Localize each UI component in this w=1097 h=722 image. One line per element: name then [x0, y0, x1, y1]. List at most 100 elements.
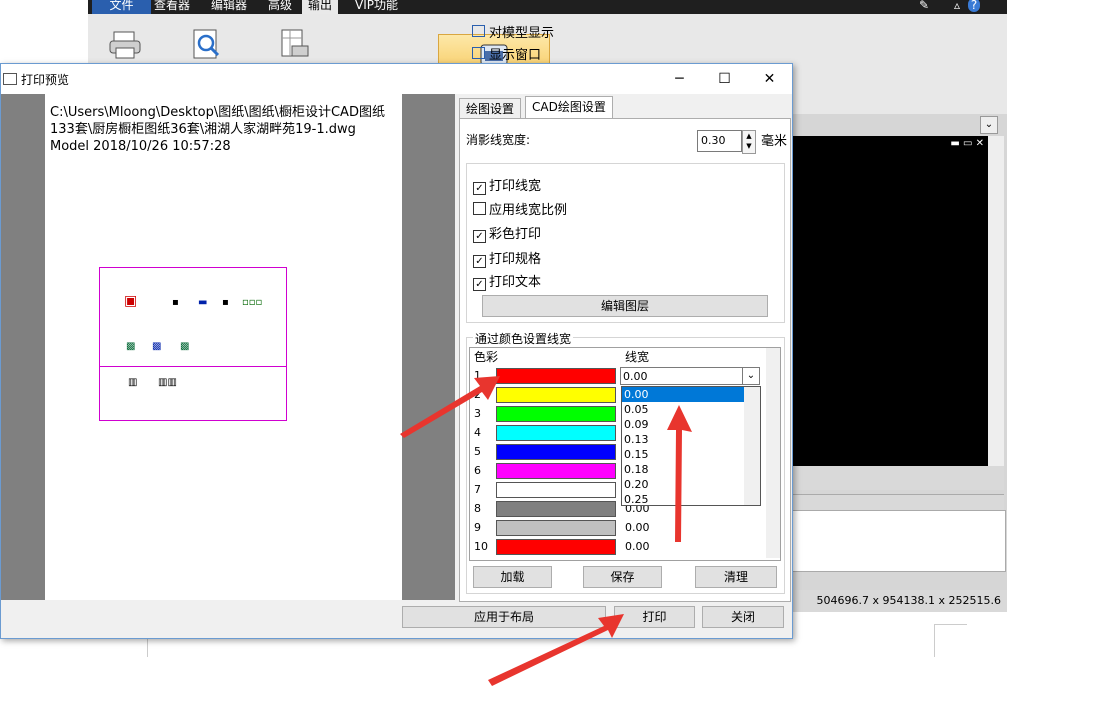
row-index: 8	[474, 502, 481, 515]
checkbox-box: ✓	[473, 278, 486, 291]
edit-layers-button[interactable]: 编辑图层	[482, 295, 768, 317]
command-header	[792, 494, 1004, 511]
preview-header: C:\Users\Mloong\Desktop\图纸\图纸\橱柜设计CAD图纸1…	[50, 104, 400, 155]
print-preview-icon[interactable]	[190, 28, 224, 62]
row-lineweight: 0.00	[625, 540, 650, 553]
checkbox-box: ✓	[473, 182, 486, 195]
apply-to-layout-button[interactable]: 应用于布局	[402, 606, 606, 628]
lineweight-combo[interactable]: 0.00 ⌄	[620, 367, 760, 385]
up-icon[interactable]: ▵	[948, 0, 966, 14]
hide-line-width-spinner[interactable]: 0.30	[697, 130, 742, 152]
dialog-titlebar[interactable]: 打印预览 ─ ☐ ✕	[1, 64, 792, 94]
spinner-arrows-icon[interactable]: ▲ ▼	[742, 130, 756, 154]
row-index: 7	[474, 483, 481, 496]
drawing-element: ▩	[152, 341, 162, 352]
row-index: 9	[474, 521, 481, 534]
save-button[interactable]: 保存	[583, 566, 662, 588]
table-row[interactable]: 10 0.00	[470, 537, 766, 556]
drawing-element: ▪	[222, 297, 229, 308]
dropdown-option[interactable]: 0.05	[622, 402, 746, 417]
ribbon-tab-editor[interactable]: 编辑器	[205, 0, 253, 14]
tab-cad-settings[interactable]: CAD绘图设置	[525, 96, 613, 119]
settings-tabs: 绘图设置 CAD绘图设置	[459, 96, 789, 119]
show-window-option[interactable]: 显示窗口	[472, 44, 541, 63]
table-scrollbar[interactable]	[766, 348, 780, 558]
checkbox-print-specification[interactable]: ✓ 打印规格	[473, 248, 541, 268]
viewport-vscroll[interactable]	[988, 136, 1004, 466]
minimize-icon[interactable]: ─	[657, 64, 702, 94]
preview-margin-left	[1, 94, 45, 600]
ribbon-tab-output[interactable]: 输出	[302, 0, 339, 14]
model-display-option[interactable]: 对模型显示	[472, 22, 554, 41]
drawing-element: ▬	[198, 297, 208, 308]
row-index: 4	[474, 426, 481, 439]
column-header-lineweight: 线宽	[625, 350, 650, 364]
ribbon-tab-vip[interactable]: VIP功能	[349, 0, 404, 14]
color-swatch[interactable]	[496, 444, 616, 460]
close-button[interactable]: 关闭	[702, 606, 784, 628]
viewport-window-controls[interactable]: ▬ ▭ ✕	[950, 138, 984, 149]
chevron-down-icon[interactable]: ⌄	[742, 368, 759, 384]
maximize-icon[interactable]: ☐	[702, 64, 747, 94]
row-index: 6	[474, 464, 481, 477]
coordinates-readout: 504696.7 x 954138.1 x 252515.6	[816, 594, 1001, 607]
dropdown-scrollbar[interactable]	[744, 387, 760, 505]
ribbon-tabs: 文件 查看器 编辑器 高级 输出 VIP功能 ✎ ▵ ?	[88, 0, 1007, 14]
checkbox-print-text[interactable]: ✓ 打印文本	[473, 271, 541, 291]
page-edge-mark	[147, 637, 148, 657]
drawing-element: ▫▫▫	[242, 297, 263, 308]
print-button[interactable]: 打印	[614, 606, 695, 628]
row-index: 3	[474, 407, 481, 420]
row-index: 1	[474, 369, 481, 382]
drawing-element: ▣	[124, 293, 138, 309]
dropdown-option[interactable]: 0.13	[622, 432, 746, 447]
color-swatch[interactable]	[496, 463, 616, 479]
color-swatch[interactable]	[496, 425, 616, 441]
dropdown-option[interactable]: 0.20	[622, 477, 746, 492]
command-area[interactable]	[792, 510, 1006, 572]
color-swatch[interactable]	[496, 406, 616, 422]
page-setup-icon[interactable]	[278, 28, 312, 62]
tab-drawing-settings[interactable]: 绘图设置	[459, 98, 522, 119]
checkbox-color-print[interactable]: ✓ 彩色打印	[473, 223, 541, 243]
load-button[interactable]: 加载	[473, 566, 552, 588]
viewport-hscroll[interactable]	[792, 466, 1004, 490]
color-swatch[interactable]	[496, 368, 616, 384]
checkbox-box	[473, 202, 486, 215]
color-swatch[interactable]	[496, 501, 616, 517]
dropdown-option[interactable]: 0.09	[622, 417, 746, 432]
row-index: 5	[474, 445, 481, 458]
ribbon-tab-advanced[interactable]: 高级	[262, 0, 298, 14]
color-swatch[interactable]	[496, 387, 616, 403]
close-icon[interactable]: ✕	[747, 64, 792, 94]
dropdown-option[interactable]: 0.00	[622, 387, 746, 402]
ribbon-tab-viewer[interactable]: 查看器	[148, 0, 196, 14]
page-corner-mark	[934, 624, 967, 657]
dropdown-option[interactable]: 0.25	[622, 492, 746, 507]
unit-label: 毫米	[761, 134, 788, 149]
row-index: 10	[474, 540, 488, 553]
ribbon-tab-file[interactable]: 文件	[92, 0, 151, 14]
column-header-color: 色彩	[474, 350, 499, 364]
dropdown-option[interactable]: 0.15	[622, 447, 746, 462]
print-preview-dialog: 打印预览 ─ ☐ ✕ C:\Users\Mloong\Desktop\图纸\图纸…	[0, 63, 793, 639]
color-swatch[interactable]	[496, 520, 616, 536]
checkbox-print-lineweight[interactable]: ✓ 打印线宽	[473, 175, 541, 195]
printer-icon[interactable]	[108, 28, 142, 62]
chevron-down-icon[interactable]: ⌄	[980, 116, 998, 134]
hide-line-width-label: 消影线宽度:	[466, 133, 531, 147]
lineweight-dropdown[interactable]: 0.00 0.05 0.09 0.13 0.15 0.18 0.20 0.25	[621, 386, 761, 506]
clear-button[interactable]: 清理	[695, 566, 777, 588]
drawing-preview: ▣ ▪ ▬ ▪ ▫▫▫ ▩ ▩ ▩ ▥ ▥▥	[99, 267, 287, 421]
checkbox-apply-lineweight-scale[interactable]: 应用线宽比例	[473, 199, 567, 218]
drawing-element: ▩	[180, 341, 190, 352]
checkbox-box: ✓	[473, 230, 486, 243]
dropdown-option[interactable]: 0.18	[622, 462, 746, 477]
help-icon[interactable]: ?	[968, 0, 980, 12]
edit-icon[interactable]: ✎	[913, 0, 935, 14]
color-swatch[interactable]	[496, 482, 616, 498]
color-swatch[interactable]	[496, 539, 616, 555]
table-row[interactable]: 9 0.00	[470, 518, 766, 537]
cad-viewport[interactable]: ▬ ▭ ✕	[792, 136, 988, 466]
status-bar: 504696.7 x 954138.1 x 252515.6	[792, 590, 1007, 612]
